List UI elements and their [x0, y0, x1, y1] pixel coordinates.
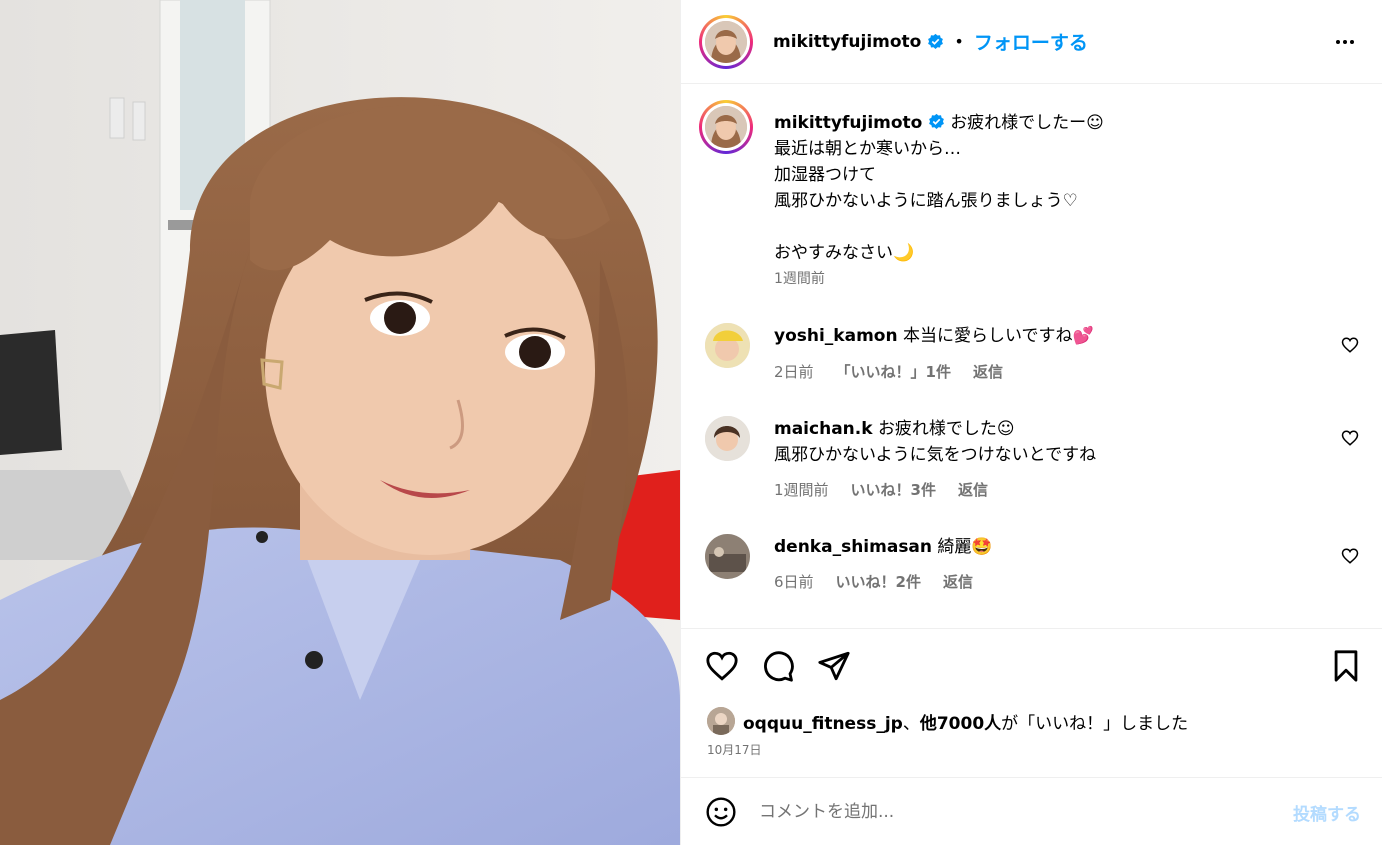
commenter-username[interactable]: denka_shimasan	[774, 537, 932, 557]
comment-input[interactable]	[759, 798, 1239, 826]
post-header: mikittyfujimoto • フォローする	[681, 0, 1382, 84]
comment-likes[interactable]: いいね！2件	[836, 571, 921, 592]
comment-text: 綺麗🤩	[937, 537, 993, 557]
caption-timestamp[interactable]: 1週間前	[774, 268, 825, 288]
commenter-username[interactable]: yoshi_kamon	[774, 326, 898, 346]
comment-likes[interactable]: 「いいね！」1件	[836, 361, 951, 382]
reply-button[interactable]: 返信	[958, 479, 988, 500]
save-bookmark-icon[interactable]	[1329, 649, 1363, 683]
selfie-image	[0, 0, 680, 845]
reply-button[interactable]: 返信	[973, 361, 1003, 382]
caption-line: 加湿器つけて	[774, 165, 876, 185]
commenter-avatar[interactable]	[705, 323, 750, 368]
comment-time[interactable]: 1週間前	[774, 479, 829, 500]
comment-like-heart-icon[interactable]	[1341, 547, 1359, 565]
comment-bubble-icon[interactable]	[761, 649, 795, 683]
verified-badge-icon	[928, 113, 944, 129]
comment-time[interactable]: 2日前	[774, 361, 814, 382]
comment-like-heart-icon[interactable]	[1341, 336, 1359, 354]
commenter-avatar[interactable]	[705, 534, 750, 579]
commenter-avatar[interactable]	[705, 416, 750, 461]
caption-line: 最近は朝とか寒いから…	[774, 139, 961, 159]
comment-text: お疲れ様でした☺	[877, 419, 1015, 439]
commenter-username[interactable]: maichan.k	[774, 419, 873, 439]
follow-button[interactable]: フォローする	[974, 28, 1088, 55]
post-date[interactable]: 10月17日	[707, 741, 762, 758]
post-detail-pane: mikittyfujimoto • フォローする mikittyfujimoto…	[680, 0, 1382, 845]
likes-summary: oqquu_fitness_jp、他7000人が「いいね！」しました	[707, 707, 1188, 735]
liker-username[interactable]: oqquu_fitness_jp	[743, 714, 903, 734]
verified-badge-icon	[928, 33, 944, 49]
comment-like-heart-icon[interactable]	[1341, 429, 1359, 447]
comment-text: 本当に愛らしいですね💕	[903, 326, 1094, 346]
comment-time[interactable]: 6日前	[774, 571, 814, 592]
caption-author-avatar[interactable]	[699, 100, 753, 154]
more-options-icon[interactable]	[1333, 30, 1357, 54]
likes-suffix: が「いいね！」しました	[1001, 713, 1189, 734]
caption-username[interactable]: mikittyfujimoto	[774, 113, 922, 133]
post-comment-button[interactable]: 投稿する	[1293, 800, 1361, 825]
likes-sep: 、	[902, 713, 920, 734]
reply-button[interactable]: 返信	[943, 571, 973, 592]
comment-text-line2: 風邪ひかないように気をつけないとですね	[774, 445, 1097, 465]
share-paper-plane-icon[interactable]	[817, 649, 851, 683]
caption-line: お疲れ様でしたー☺	[950, 113, 1104, 133]
comment-composer: 投稿する	[681, 778, 1382, 845]
caption-line	[774, 214, 1354, 240]
author-avatar[interactable]	[699, 15, 753, 69]
post-photo[interactable]	[0, 0, 680, 845]
header-separator: •	[954, 32, 964, 51]
emoji-smiley-icon[interactable]	[705, 796, 737, 828]
caption-line: 風邪ひかないように踏ん張りましょう♡	[774, 191, 1078, 211]
post-actions: oqquu_fitness_jp、他7000人が「いいね！」しました 10月17…	[681, 628, 1382, 778]
likes-others[interactable]: 他7000人	[920, 714, 1001, 734]
comment-likes[interactable]: いいね！3件	[851, 479, 936, 500]
liker-avatar[interactable]	[707, 707, 735, 735]
author-username[interactable]: mikittyfujimoto	[773, 32, 921, 52]
caption-line: おやすみなさい🌙	[774, 243, 915, 263]
like-heart-icon[interactable]	[705, 649, 739, 683]
